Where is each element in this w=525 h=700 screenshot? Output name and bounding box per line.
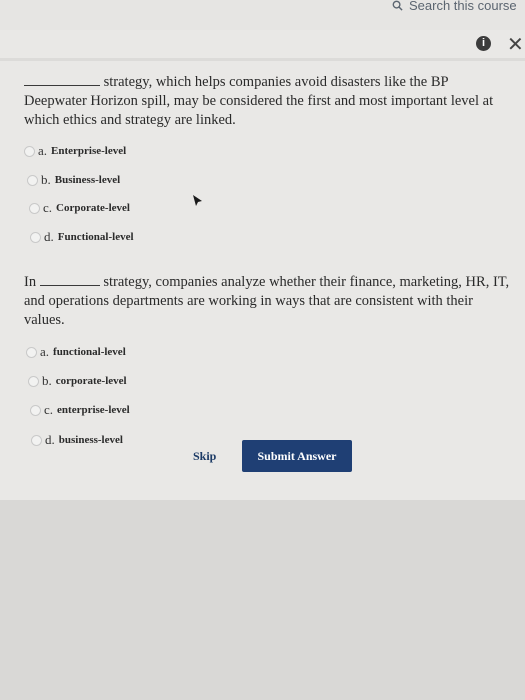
mouse-pointer-icon <box>193 195 202 206</box>
question-2-blank <box>39 273 100 286</box>
skip-button[interactable]: Skip <box>193 449 216 464</box>
radio-button[interactable] <box>26 346 37 358</box>
question-1-option-b[interactable]: b. Business-level <box>27 172 120 188</box>
option-letter: b. <box>42 373 52 388</box>
option-label: functional-level <box>53 346 126 358</box>
option-label: enterprise-level <box>57 404 130 416</box>
option-letter: b. <box>41 172 51 187</box>
question-2-prefix: In <box>24 274 37 290</box>
radio-button[interactable] <box>27 174 38 186</box>
option-letter: d. <box>44 229 54 244</box>
search-label: Search this course <box>409 0 517 13</box>
question-1-blank <box>24 73 100 86</box>
submit-answer-button[interactable]: Submit Answer <box>242 440 352 472</box>
option-letter: a. <box>40 344 50 359</box>
option-label: Enterprise-level <box>51 145 127 157</box>
radio-button[interactable] <box>30 231 41 243</box>
option-label: Business-level <box>54 174 121 186</box>
info-icon[interactable]: i <box>476 36 491 51</box>
search-icon <box>392 0 403 11</box>
radio-button[interactable] <box>29 202 40 214</box>
question-2-option-a[interactable]: a. functional-level <box>26 344 126 360</box>
question-2-option-b[interactable]: b. corporate-level <box>28 373 127 389</box>
option-letter: c. <box>44 402 54 417</box>
question-2-option-d[interactable]: d. business-level <box>31 432 123 448</box>
close-icon[interactable]: ✕ <box>507 32 524 57</box>
question-1-option-a[interactable]: a. Enterprise-level <box>24 143 126 159</box>
option-letter: d. <box>45 432 55 447</box>
option-label: business-level <box>58 434 123 446</box>
question-1-text: strategy, which helps companies avoid di… <box>24 73 514 130</box>
option-letter: c. <box>43 200 53 215</box>
radio-button[interactable] <box>28 375 39 387</box>
option-label: Functional-level <box>57 231 134 243</box>
radio-button[interactable] <box>31 434 42 446</box>
question-1-option-d[interactable]: d. Functional-level <box>30 229 134 245</box>
option-letter: a. <box>38 143 48 158</box>
question-2-option-c[interactable]: c. enterprise-level <box>30 402 130 418</box>
question-2-text: In strategy, companies analyze whether t… <box>24 273 514 330</box>
divider <box>0 58 525 61</box>
radio-button[interactable] <box>24 145 35 157</box>
question-1-option-c[interactable]: c. Corporate-level <box>29 200 130 216</box>
option-label: corporate-level <box>55 375 127 387</box>
radio-button[interactable] <box>30 404 41 416</box>
course-search[interactable]: Search this course <box>392 0 517 15</box>
option-label: Corporate-level <box>56 202 130 214</box>
